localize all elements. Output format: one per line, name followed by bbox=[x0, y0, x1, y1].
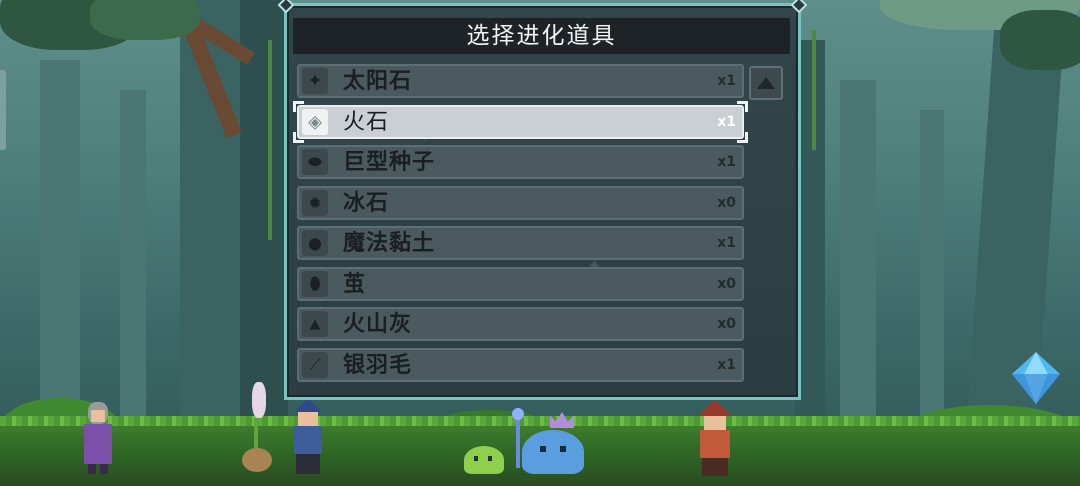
volcanic-ash-icon: ▲ bbox=[302, 311, 328, 337]
item-quantity: x0 bbox=[717, 194, 736, 211]
giant-seed-icon: ⬬ bbox=[302, 149, 328, 175]
item-name: 巨型种子 bbox=[343, 150, 436, 175]
item-quantity: x1 bbox=[717, 154, 736, 170]
panel-title: 选择进化道具 bbox=[293, 18, 790, 54]
scroll-up-button[interactable] bbox=[749, 66, 783, 100]
silver-feather-icon: ⟋ bbox=[302, 351, 328, 378]
red-hat-keeper[interactable] bbox=[694, 400, 736, 476]
evolution-item-panel: ✦ ✦ ✦ ✦ ✦ ✦ 选择进化道具 ✦ 太阳石 x1 ◈ 火石 x1 ⬬ 巨型… bbox=[277, 0, 808, 400]
list-item-cocoon[interactable]: ⬮ 茧 x0 bbox=[297, 266, 744, 301]
list-item-magic-clay[interactable]: ● 魔法黏土 x1 bbox=[297, 226, 744, 260]
blue-crystal-icon[interactable] bbox=[1008, 350, 1064, 406]
item-name: 银羽毛 bbox=[343, 352, 413, 378]
item-name: 茧 bbox=[343, 271, 367, 297]
blue-hat-keeper[interactable] bbox=[288, 398, 328, 476]
item-quantity: x1 bbox=[717, 235, 736, 251]
list-item-silver-feather[interactable]: ⟋ 银羽毛 x1 bbox=[297, 347, 744, 382]
sun-stone-icon: ✦ bbox=[302, 68, 328, 94]
cocoon-icon: ⬮ bbox=[302, 270, 328, 297]
ice-stone-icon: ✹ bbox=[302, 189, 328, 216]
item-name: 火山灰 bbox=[343, 312, 413, 337]
old-woman-npc[interactable] bbox=[80, 402, 116, 474]
list-item-ice-stone[interactable]: ✹ 冰石 x0 bbox=[297, 185, 744, 220]
potato-monster[interactable] bbox=[240, 382, 274, 474]
item-name: 魔法黏土 bbox=[343, 231, 436, 256]
item-name: 太阳石 bbox=[343, 69, 413, 94]
list-item-fire-stone[interactable]: ◈ 火石 x1 bbox=[293, 100, 748, 143]
item-quantity: x1 bbox=[717, 73, 736, 89]
item-quantity: x1 bbox=[717, 356, 736, 373]
item-quantity: x0 bbox=[717, 316, 736, 332]
evolution-item-list: ✦ 太阳石 x1 ◈ 火石 x1 ⬬ 巨型种子 x1 ✹ 冰石 x0 ● 魔法黏… bbox=[293, 64, 748, 388]
list-item-volcanic-ash[interactable]: ▲ 火山灰 x0 bbox=[297, 307, 744, 341]
blue-crowned-slime-monster[interactable] bbox=[508, 408, 584, 474]
item-quantity: x1 bbox=[717, 113, 736, 130]
side-drawer-handle[interactable] bbox=[0, 70, 6, 150]
green-slime-monster[interactable] bbox=[464, 446, 504, 474]
list-item-sun-stone[interactable]: ✦ 太阳石 x1 bbox=[297, 64, 744, 98]
item-name: 火石 bbox=[343, 109, 390, 135]
item-name: 冰石 bbox=[343, 190, 390, 216]
fire-stone-icon: ◈ bbox=[302, 108, 328, 135]
list-item-giant-seed[interactable]: ⬬ 巨型种子 x1 bbox=[297, 145, 744, 179]
item-quantity: x0 bbox=[717, 275, 736, 292]
scroll-up-icon bbox=[757, 77, 775, 89]
magic-clay-icon: ● bbox=[302, 230, 328, 256]
